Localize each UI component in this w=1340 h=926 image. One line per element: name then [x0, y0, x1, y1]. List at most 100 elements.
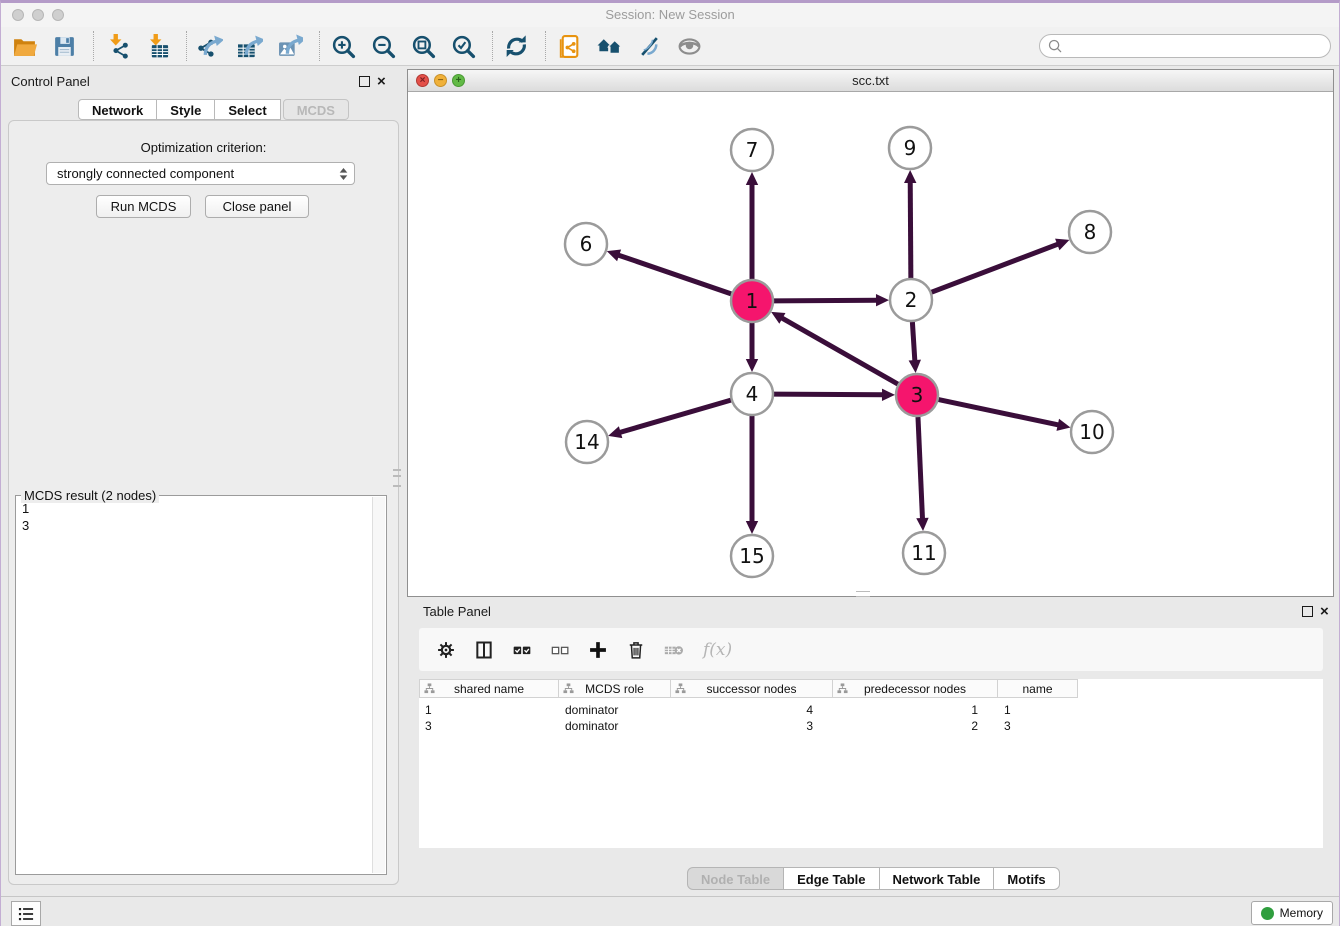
graph-edge-4-14[interactable] [619, 400, 731, 433]
table-panel-float-icon[interactable] [1302, 606, 1313, 617]
optimization-criterion-select[interactable]: strongly connected component [46, 162, 355, 185]
graph-edge-arrowhead [608, 426, 622, 438]
graph-edge-arrowhead [876, 294, 889, 306]
close-panel-button[interactable]: Close panel [205, 195, 309, 218]
birds-eye-view-icon[interactable] [676, 33, 703, 60]
graph-node-label-4: 4 [746, 382, 759, 406]
export-image-icon[interactable] [277, 33, 304, 60]
graph-node-label-8: 8 [1084, 220, 1097, 244]
graph-edge-arrowhead [904, 170, 916, 183]
graph-edge-arrowhead [909, 360, 921, 373]
column-header-name[interactable]: name [998, 679, 1078, 698]
first-neighbors-icon[interactable] [596, 33, 623, 60]
status-bar: Memory [1, 896, 1339, 926]
show-hide-details-icon[interactable] [636, 33, 663, 60]
panel-splitter-grip[interactable] [393, 469, 401, 487]
column-header-mcds-role[interactable]: MCDS role [559, 679, 671, 698]
zoom-selected-icon[interactable] [450, 33, 477, 60]
toolbar-separator [545, 31, 547, 61]
task-history-button[interactable] [11, 901, 41, 926]
cell-name[interactable]: 3 [998, 719, 1078, 733]
network-graph[interactable]: 1234678910111415 [408, 92, 1333, 596]
unselect-all-columns-icon[interactable] [549, 639, 571, 661]
show-columns-icon[interactable] [473, 639, 495, 661]
table-row[interactable]: 1 dominator 4 1 1 [419, 702, 1323, 718]
column-header-predecessor-nodes[interactable]: predecessor nodes [833, 679, 998, 698]
cell-successor-nodes[interactable]: 4 [671, 703, 833, 717]
graph-edge-1-2[interactable] [774, 300, 878, 301]
cell-predecessor-nodes[interactable]: 2 [833, 719, 998, 733]
graph-edge-arrowhead [746, 521, 758, 534]
search-input[interactable] [1069, 38, 1330, 55]
graph-node-label-3: 3 [911, 383, 924, 407]
new-network-icon[interactable] [556, 33, 583, 60]
column-type-icon [837, 683, 848, 694]
import-network-icon[interactable] [104, 33, 131, 60]
toolbar-separator [186, 31, 188, 61]
graph-node-label-14: 14 [574, 430, 599, 454]
tab-mcds[interactable]: MCDS [283, 99, 349, 120]
add-column-icon[interactable] [587, 639, 609, 661]
zoom-in-icon[interactable] [330, 33, 357, 60]
export-network-icon[interactable] [197, 33, 224, 60]
column-header-shared-name[interactable]: shared name [419, 679, 559, 698]
table-row[interactable]: 3 dominator 3 2 3 [419, 718, 1323, 734]
column-settings-icon[interactable] [435, 639, 457, 661]
delete-rows-icon[interactable] [625, 639, 647, 661]
graph-edge-2-9[interactable] [910, 181, 911, 278]
tab-network-table[interactable]: Network Table [880, 867, 995, 890]
graph-edge-4-3[interactable] [774, 394, 884, 395]
session-title: Session: New Session [1, 7, 1339, 22]
tab-node-table[interactable]: Node Table [687, 867, 784, 890]
import-table-icon[interactable] [144, 33, 171, 60]
cell-mcds-role[interactable]: dominator [559, 719, 671, 733]
application-window: Session: New Session Control Panel × Ne [0, 0, 1340, 926]
run-mcds-button[interactable]: Run MCDS [96, 195, 191, 218]
graph-edge-3-1[interactable] [781, 317, 898, 384]
zoom-out-icon[interactable] [370, 33, 397, 60]
open-session-icon[interactable] [11, 33, 38, 60]
window-titlebar: Session: New Session [1, 3, 1339, 27]
table-panel-close-icon[interactable]: × [1320, 606, 1329, 617]
graph-node-label-15: 15 [739, 544, 764, 568]
graph-edge-3-11[interactable] [918, 417, 923, 520]
tab-select[interactable]: Select [215, 99, 280, 120]
graph-edge-2-8[interactable] [932, 244, 1060, 292]
graph-edge-2-3[interactable] [912, 322, 915, 362]
tab-network[interactable]: Network [78, 99, 157, 120]
memory-button[interactable]: Memory [1251, 901, 1333, 925]
cell-name[interactable]: 1 [998, 703, 1078, 717]
column-header-successor-nodes[interactable]: successor nodes [671, 679, 833, 698]
network-canvas[interactable]: 1234678910111415 [408, 92, 1333, 596]
mcds-result-legend: MCDS result (2 nodes) [21, 488, 159, 503]
result-scrollbar[interactable] [372, 497, 385, 873]
tab-style[interactable]: Style [157, 99, 215, 120]
control-panel-float-icon[interactable] [359, 76, 370, 87]
apply-layout-icon[interactable] [503, 33, 530, 60]
graph-edge-1-6[interactable] [617, 255, 731, 294]
save-session-icon[interactable] [51, 33, 78, 60]
export-table-icon[interactable] [237, 33, 264, 60]
select-all-columns-icon[interactable] [511, 639, 533, 661]
network-window-titlebar[interactable]: × − + scc.txt [408, 70, 1333, 92]
search-box[interactable] [1039, 34, 1331, 58]
horizontal-splitter-grip[interactable] [856, 591, 870, 597]
control-panel-close-icon[interactable]: × [377, 76, 386, 87]
tab-motifs[interactable]: Motifs [994, 867, 1059, 890]
column-type-icon [563, 683, 574, 694]
cell-successor-nodes[interactable]: 3 [671, 719, 833, 733]
select-stepper-icon [339, 167, 348, 181]
zoom-fit-icon[interactable] [410, 33, 437, 60]
cell-mcds-role[interactable]: dominator [559, 703, 671, 717]
memory-label: Memory [1280, 906, 1323, 920]
main-toolbar [1, 27, 1339, 66]
cell-predecessor-nodes[interactable]: 1 [833, 703, 998, 717]
graph-node-label-11: 11 [911, 541, 936, 565]
cell-shared-name[interactable]: 1 [419, 703, 559, 717]
cell-shared-name[interactable]: 3 [419, 719, 559, 733]
graph-edge-arrowhead [746, 359, 758, 372]
tab-edge-table[interactable]: Edge Table [784, 867, 879, 890]
table-panel-tabs: Node Table Edge Table Network Table Moti… [687, 867, 1060, 890]
mcds-result-box[interactable]: MCDS result (2 nodes) 1 3 [15, 495, 387, 875]
graph-edge-3-10[interactable] [939, 400, 1060, 426]
